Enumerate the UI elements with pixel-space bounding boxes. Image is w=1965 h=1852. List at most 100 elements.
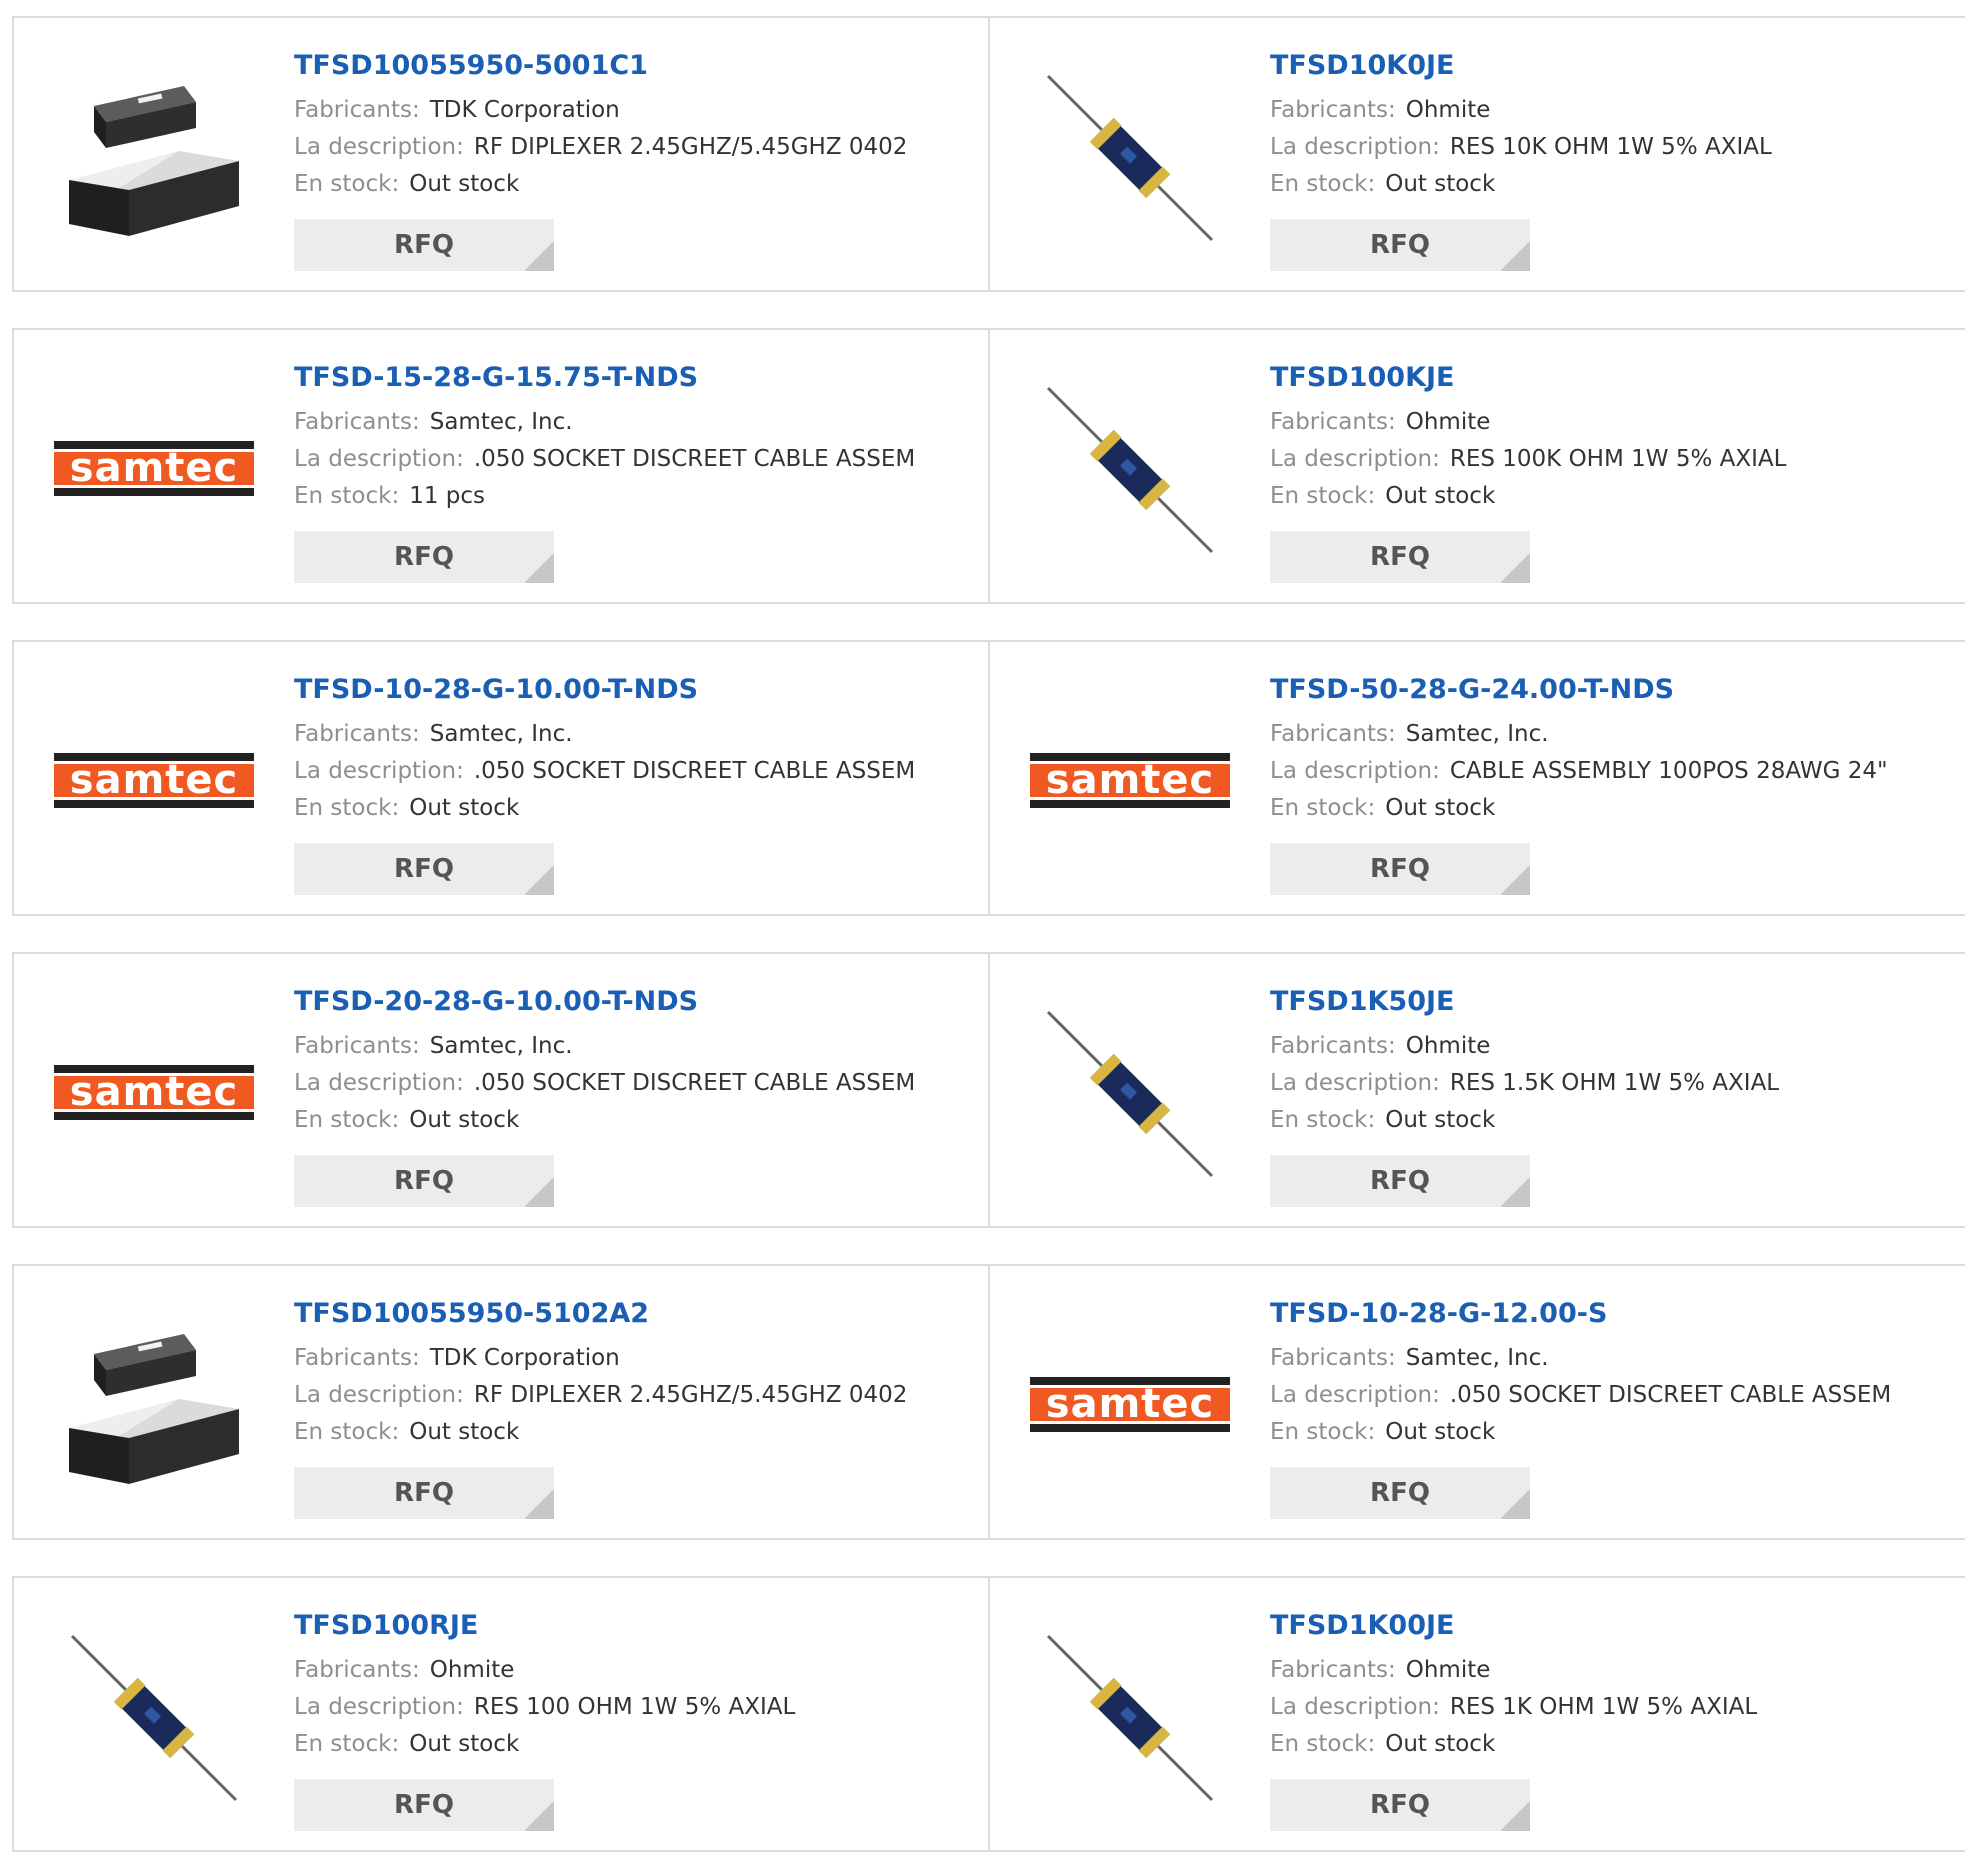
samtec-logo[interactable]: samtec bbox=[1030, 1304, 1230, 1504]
stock-label: En stock: bbox=[294, 1107, 400, 1133]
axial-resistor-icon[interactable] bbox=[1030, 992, 1230, 1192]
axial-resistor-icon[interactable] bbox=[1030, 56, 1230, 256]
part-number-link[interactable]: TFSD-10-28-G-10.00-T-NDS bbox=[294, 672, 978, 708]
product-card: TFSD1K50JE Fabricants: Ohmite La descriptio… bbox=[990, 952, 1965, 1228]
product-info: TFSD-20-28-G-10.00-T-NDS Fabricants: Samte… bbox=[294, 984, 978, 1139]
rfq-label: RFQ bbox=[394, 1166, 454, 1196]
rfq-button[interactable]: RFQ bbox=[294, 219, 554, 271]
product-card: TFSD100RJE Fabricants: Ohmite La descriptio… bbox=[12, 1576, 990, 1852]
manufacturer-value: Ohmite bbox=[1405, 97, 1491, 123]
stock-label: En stock: bbox=[1270, 1731, 1376, 1757]
rfq-button[interactable]: RFQ bbox=[1270, 531, 1530, 583]
samtec-logo[interactable]: samtec bbox=[54, 368, 254, 568]
rfq-label: RFQ bbox=[1370, 854, 1430, 884]
corner-triangle-icon bbox=[1500, 865, 1530, 895]
description-value: RES 100K OHM 1W 5% AXIAL bbox=[1449, 446, 1787, 472]
rfq-button[interactable]: RFQ bbox=[294, 843, 554, 895]
product-info: TFSD1K00JE Fabricants: Ohmite La descriptio… bbox=[1270, 1608, 1956, 1763]
manufacturer-row: Fabricants: Samtec, Inc. bbox=[1270, 1340, 1956, 1377]
rfq-button[interactable]: RFQ bbox=[1270, 843, 1530, 895]
description-value: RF DIPLEXER 2.45GHZ/5.45GHZ 0402 bbox=[473, 134, 908, 160]
stock-value: Out stock bbox=[1385, 483, 1496, 509]
samtec-logo-text: samtec bbox=[70, 757, 238, 803]
manufacturer-row: Fabricants: Samtec, Inc. bbox=[294, 1028, 978, 1065]
description-label: La description: bbox=[294, 1694, 464, 1720]
corner-triangle-icon bbox=[524, 1489, 554, 1519]
part-number-link[interactable]: TFSD100KJE bbox=[1270, 360, 1956, 396]
stock-row: En stock: Out stock bbox=[294, 790, 978, 827]
product-card: TFSD1K00JE Fabricants: Ohmite La descriptio… bbox=[990, 1576, 1965, 1852]
axial-resistor-icon[interactable] bbox=[1030, 368, 1230, 568]
manufacturer-label: Fabricants: bbox=[1270, 721, 1396, 747]
description-row: La description: .050 SOCKET DISCREET CABL… bbox=[294, 441, 978, 478]
stock-label: En stock: bbox=[294, 171, 400, 197]
part-number-link[interactable]: TFSD10055950-5001C1 bbox=[294, 48, 978, 84]
manufacturer-value: Ohmite bbox=[1405, 1657, 1491, 1683]
axial-resistor-icon[interactable] bbox=[54, 1616, 254, 1816]
corner-triangle-icon bbox=[524, 553, 554, 583]
axial-resistor-icon[interactable] bbox=[1030, 1616, 1230, 1816]
product-info: TFSD1K50JE Fabricants: Ohmite La descriptio… bbox=[1270, 984, 1956, 1139]
description-value: .050 SOCKET DISCREET CABLE ASSEM bbox=[473, 758, 916, 784]
manufacturer-label: Fabricants: bbox=[294, 1345, 420, 1371]
rfq-label: RFQ bbox=[1370, 1166, 1430, 1196]
rfq-label: RFQ bbox=[394, 230, 454, 260]
rfq-button[interactable]: RFQ bbox=[294, 531, 554, 583]
stock-row: En stock: Out stock bbox=[294, 1414, 978, 1451]
rfq-label: RFQ bbox=[1370, 1478, 1430, 1508]
manufacturer-value: Samtec, Inc. bbox=[429, 1033, 573, 1059]
product-info: TFSD10K0JE Fabricants: Ohmite La descriptio… bbox=[1270, 48, 1956, 203]
chip-component-icon[interactable] bbox=[54, 56, 254, 256]
chip-component-icon[interactable] bbox=[54, 1304, 254, 1504]
manufacturer-value: TDK Corporation bbox=[429, 1345, 620, 1371]
description-value: RES 1K OHM 1W 5% AXIAL bbox=[1449, 1694, 1758, 1720]
part-number-link[interactable]: TFSD-50-28-G-24.00-T-NDS bbox=[1270, 672, 1956, 708]
description-row: La description: .050 SOCKET DISCREET CABL… bbox=[294, 1065, 978, 1102]
samtec-logo-text: samtec bbox=[1046, 757, 1214, 803]
part-number-link[interactable]: TFSD-20-28-G-10.00-T-NDS bbox=[294, 984, 978, 1020]
part-number-link[interactable]: TFSD100RJE bbox=[294, 1608, 978, 1644]
samtec-logo[interactable]: samtec bbox=[54, 992, 254, 1192]
stock-label: En stock: bbox=[1270, 1419, 1376, 1445]
stock-row: En stock: Out stock bbox=[1270, 1726, 1956, 1763]
samtec-logo[interactable]: samtec bbox=[54, 680, 254, 880]
part-number-link[interactable]: TFSD10055950-5102A2 bbox=[294, 1296, 978, 1332]
stock-value: Out stock bbox=[409, 1731, 520, 1757]
rfq-button[interactable]: RFQ bbox=[1270, 1779, 1530, 1831]
corner-triangle-icon bbox=[1500, 553, 1530, 583]
description-label: La description: bbox=[294, 758, 464, 784]
rfq-label: RFQ bbox=[394, 1790, 454, 1820]
corner-triangle-icon bbox=[524, 241, 554, 271]
rfq-button[interactable]: RFQ bbox=[1270, 1467, 1530, 1519]
rfq-button[interactable]: RFQ bbox=[1270, 219, 1530, 271]
rfq-label: RFQ bbox=[1370, 230, 1430, 260]
rfq-button[interactable]: RFQ bbox=[294, 1467, 554, 1519]
rfq-button[interactable]: RFQ bbox=[294, 1779, 554, 1831]
manufacturer-row: Fabricants: TDK Corporation bbox=[294, 92, 978, 129]
product-card: samtec TFSD-10-28-G-10.00-T-NDS Fabricant… bbox=[12, 640, 990, 916]
corner-triangle-icon bbox=[524, 1177, 554, 1207]
corner-triangle-icon bbox=[1500, 1801, 1530, 1831]
manufacturer-row: Fabricants: Ohmite bbox=[1270, 404, 1956, 441]
stock-value: Out stock bbox=[409, 795, 520, 821]
part-number-link[interactable]: TFSD1K50JE bbox=[1270, 984, 1956, 1020]
product-card: TFSD10055950-5102A2 Fabricants: TDK Corpor… bbox=[12, 1264, 990, 1540]
rfq-button[interactable]: RFQ bbox=[294, 1155, 554, 1207]
stock-label: En stock: bbox=[294, 1731, 400, 1757]
stock-value: Out stock bbox=[409, 1419, 520, 1445]
part-number-link[interactable]: TFSD-15-28-G-15.75-T-NDS bbox=[294, 360, 978, 396]
part-number-link[interactable]: TFSD1K00JE bbox=[1270, 1608, 1956, 1644]
rfq-button[interactable]: RFQ bbox=[1270, 1155, 1530, 1207]
product-card: samtec TFSD-10-28-G-12.00-S Fabricants: Sa… bbox=[990, 1264, 1965, 1540]
product-card: samtec TFSD-50-28-G-24.00-T-NDS Fabricant… bbox=[990, 640, 1965, 916]
description-label: La description: bbox=[1270, 1382, 1440, 1408]
product-card: TFSD100KJE Fabricants: Ohmite La descriptio… bbox=[990, 328, 1965, 604]
manufacturer-label: Fabricants: bbox=[1270, 1345, 1396, 1371]
part-number-link[interactable]: TFSD10K0JE bbox=[1270, 48, 1956, 84]
description-label: La description: bbox=[294, 1070, 464, 1096]
description-row: La description: RES 1.5K OHM 1W 5% AXIAL bbox=[1270, 1065, 1956, 1102]
rfq-label: RFQ bbox=[394, 542, 454, 572]
product-info: TFSD10055950-5102A2 Fabricants: TDK Corpor… bbox=[294, 1296, 978, 1451]
samtec-logo[interactable]: samtec bbox=[1030, 680, 1230, 880]
part-number-link[interactable]: TFSD-10-28-G-12.00-S bbox=[1270, 1296, 1956, 1332]
